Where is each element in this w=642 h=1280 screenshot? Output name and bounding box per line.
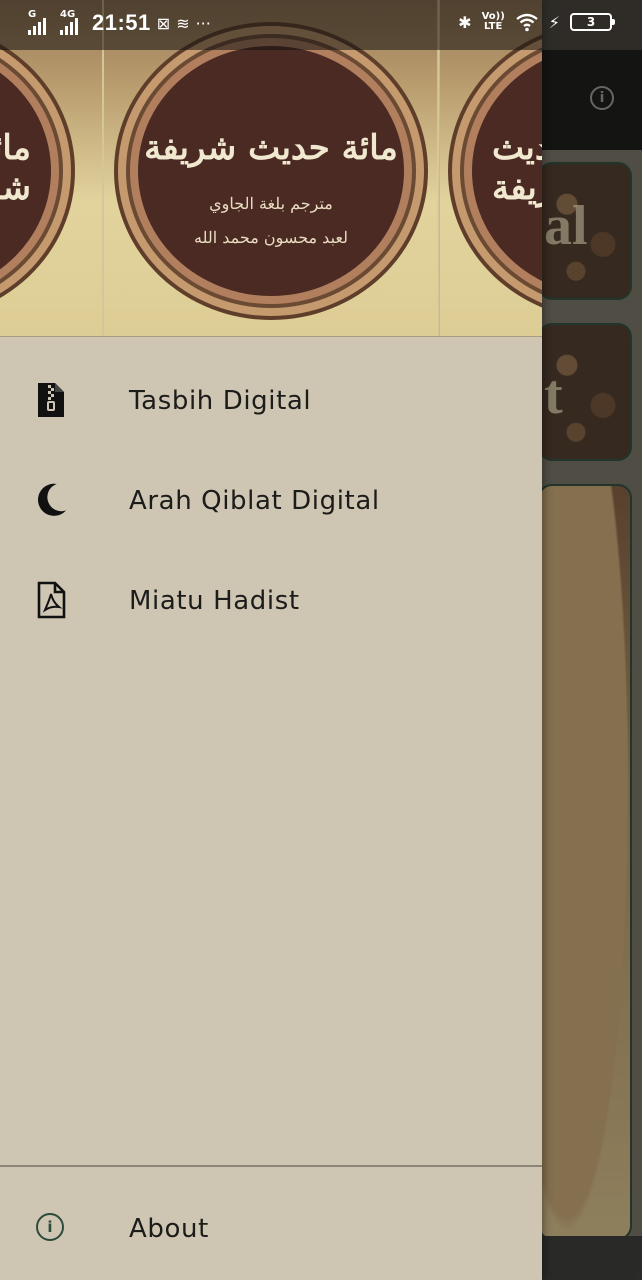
- header-tile-divider: [437, 0, 439, 336]
- info-icon: i: [36, 1213, 64, 1241]
- menu-item-label: Tasbih Digital: [129, 386, 312, 416]
- drawer-header-image: مائة حديث شريفة مائة حديث شريفة مترجم بل…: [0, 0, 542, 337]
- database-icon: ≋: [176, 13, 190, 33]
- crescent-moon-icon: [34, 480, 68, 520]
- signal-icon: 4G: [60, 9, 86, 35]
- charging-icon: ⚡: [548, 12, 560, 32]
- status-right: ✱ Vo)) LTE ⚡ 3: [458, 12, 615, 32]
- volte-icon: Vo)) LTE: [482, 12, 505, 32]
- menu-item-about[interactable]: i About: [0, 1180, 542, 1280]
- signal-icon: G: [28, 9, 54, 35]
- clock: 21:51: [92, 10, 151, 35]
- arabic-subtitle: مترجم بلغة الجاوي: [209, 194, 333, 213]
- navigation-drawer: مائة حديث شريفة مائة حديث شريفة مترجم بل…: [0, 0, 542, 1280]
- menu-item-arah-qiblat-digital[interactable]: Arah Qiblat Digital: [0, 452, 542, 552]
- more-icon: ···: [195, 13, 211, 33]
- arabic-title: مائة حديث شريفة: [144, 128, 398, 168]
- menu-item-tasbih-digital[interactable]: Tasbih Digital: [0, 352, 542, 452]
- arabic-author: لعبد محسون محمد الله: [193, 228, 348, 247]
- header-tile-divider: [102, 0, 104, 336]
- zip-file-icon: [34, 380, 68, 420]
- status-left: G 4G 21:51 ⊠ ≋ ···: [28, 9, 211, 36]
- battery-icon: 3: [570, 13, 615, 31]
- drawer-menu: Tasbih Digital Arah Qiblat Digital Miatu…: [0, 352, 542, 652]
- menu-item-label: Miatu Hadist: [129, 586, 300, 616]
- menu-item-label: Arah Qiblat Digital: [129, 486, 380, 516]
- status-bar: G 4G 21:51 ⊠ ≋ ··· ✱ Vo)) LTE ⚡ 3: [0, 0, 642, 50]
- drawer-divider: [0, 1165, 542, 1167]
- arabic-title: مائة حديث شريفة: [492, 128, 542, 208]
- arabic-title: مائة حديث شريفة: [0, 128, 31, 208]
- header-medallion: مائة حديث شريفة مترجم بلغة الجاوي لعبد م…: [138, 46, 404, 296]
- menu-item-miatu-hadist[interactable]: Miatu Hadist: [0, 552, 542, 652]
- screenshot-icon: ⊠: [156, 13, 171, 33]
- pdf-file-icon: [34, 580, 68, 620]
- about-label: About: [129, 1214, 209, 1244]
- wifi-icon: [516, 13, 538, 32]
- bluetooth-icon: ✱: [458, 12, 472, 32]
- volte-bottom: LTE: [483, 21, 503, 32]
